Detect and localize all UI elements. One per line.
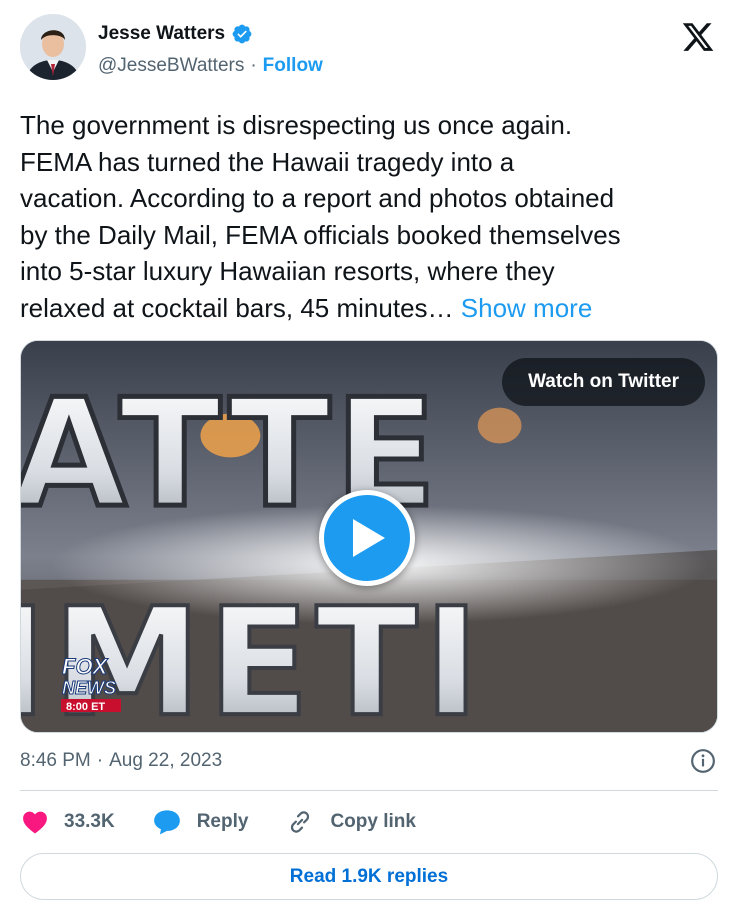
show-more-link[interactable]: Show more xyxy=(461,293,593,323)
author-name[interactable]: Jesse Watters xyxy=(98,23,225,45)
link-icon xyxy=(291,811,310,833)
handle-row: @JesseBWatters · Follow xyxy=(98,55,323,77)
reply-button[interactable]: Reply xyxy=(153,809,249,835)
tweet-line: vacation. According to a report and phot… xyxy=(20,183,615,214)
tweet-time[interactable]: 8:46 PM xyxy=(20,750,91,772)
info-icon[interactable] xyxy=(690,748,716,774)
tweet-line: into 5-star luxury Hawaiian resorts, whe… xyxy=(20,256,555,287)
tweet-line: The government is disrespecting us once … xyxy=(20,110,573,140)
reply-label: Reply xyxy=(196,811,249,832)
fox-logo-line2: NEWS xyxy=(62,678,116,698)
divider xyxy=(20,790,718,791)
like-button[interactable]: 33.3K xyxy=(22,810,115,834)
avatar[interactable] xyxy=(20,14,86,80)
video-thumbnail[interactable]: ATTE IMETI Watch on Twitter FOX NEWS 8:0… xyxy=(20,340,718,733)
follow-button[interactable]: Follow xyxy=(263,55,323,77)
tweet-date[interactable]: Aug 22, 2023 xyxy=(109,750,222,772)
author-name-row: Jesse Watters xyxy=(98,23,253,45)
tweet-header: Jesse Watters @JesseBWatters · Follow xyxy=(20,14,720,90)
fox-news-logo: FOX NEWS 8:00 ET xyxy=(61,654,121,712)
tweet-line-last: relaxed at cocktail bars, 45 minutes… Sh… xyxy=(20,290,725,327)
tweet-text: The government is disrespecting us once … xyxy=(20,107,725,327)
copy-link-button[interactable]: Copy link xyxy=(286,808,416,836)
read-replies-button[interactable]: Read 1.9K replies xyxy=(20,853,718,900)
author-handle[interactable]: @JesseBWatters xyxy=(98,55,244,77)
play-button[interactable] xyxy=(319,490,415,586)
timestamp-row: 8:46 PM · Aug 22, 2023 xyxy=(20,747,720,775)
speech-bubble-icon xyxy=(153,810,180,835)
fox-logo-time: 8:00 ET xyxy=(66,701,105,712)
action-bar: 33.3K Reply Copy link xyxy=(22,806,454,838)
fox-logo-line1: FOX xyxy=(62,654,109,679)
tweet-line: FEMA has turned the Hawaii tragedy into … xyxy=(20,146,515,177)
separator-dot: · xyxy=(250,55,257,76)
verified-badge-icon xyxy=(232,24,252,44)
tweet-line: by the Daily Mail, FEMA officials booked… xyxy=(20,219,621,250)
separator-dot: · xyxy=(96,750,104,771)
like-count: 33.3K xyxy=(64,811,115,832)
x-logo-icon[interactable] xyxy=(680,20,716,54)
play-icon xyxy=(353,519,385,557)
tweet-line: relaxed at cocktail bars, 45 minutes… xyxy=(20,292,454,323)
watch-on-twitter-button[interactable]: Watch on Twitter xyxy=(502,358,705,406)
copy-link-label: Copy link xyxy=(330,811,416,832)
heart-icon xyxy=(23,811,47,834)
